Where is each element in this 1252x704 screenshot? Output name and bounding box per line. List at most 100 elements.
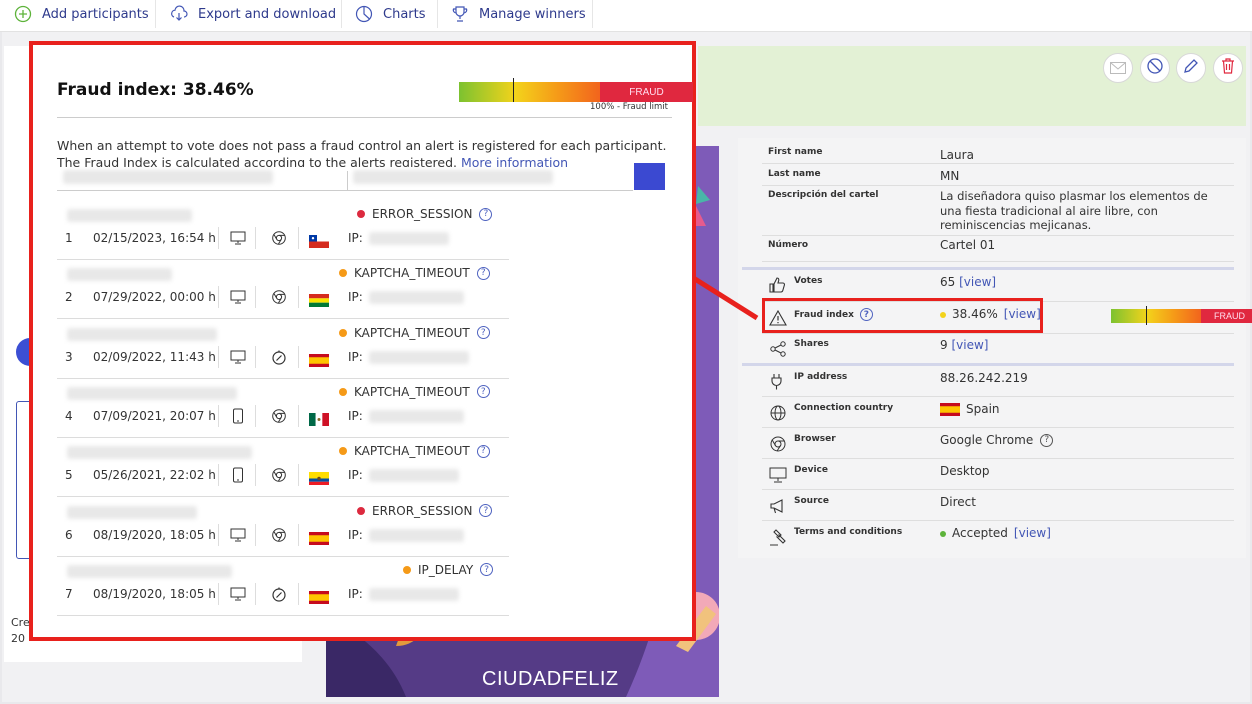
help-icon[interactable]: ? bbox=[480, 563, 494, 577]
fraud-highlight-box bbox=[762, 298, 1043, 333]
fraud-alert-row: 1 02/15/2023, 16:54 h IP: ERROR_SESSION? bbox=[57, 201, 509, 260]
blurred-name bbox=[67, 268, 172, 282]
edit-icon bbox=[1182, 57, 1200, 79]
blurred-ip bbox=[369, 232, 449, 245]
spain-flag-icon bbox=[309, 589, 329, 604]
help-icon[interactable]: ? bbox=[479, 207, 493, 221]
help-icon[interactable]: ? bbox=[476, 326, 490, 340]
globe-icon bbox=[768, 403, 788, 423]
chrome-icon bbox=[768, 434, 788, 454]
alert-dot bbox=[357, 506, 365, 515]
blurred-name bbox=[67, 327, 217, 341]
row-date: 02/15/2023, 16:54 h bbox=[93, 231, 216, 245]
fraud-alert-row: 4 07/09/2021, 20:07 h IP: KAPTCHA_TIMEOUT? bbox=[57, 379, 509, 438]
alert-type: IP_DELAY? bbox=[403, 563, 494, 577]
help-icon[interactable]: ? bbox=[479, 504, 493, 517]
device-value: Desktop bbox=[940, 464, 990, 478]
browser-value: Google Chrome? bbox=[940, 433, 1054, 448]
fraud-gauge-small: FRAUD bbox=[1111, 306, 1252, 325]
row-date: 08/19/2020, 18:05 h bbox=[93, 586, 216, 601]
desktop-icon bbox=[229, 288, 247, 306]
number-value: Cartel 01 bbox=[940, 238, 996, 252]
ip-label: IP: bbox=[348, 231, 363, 245]
modal-title: Fraud index: 38.46% bbox=[57, 80, 254, 100]
first-name-value: Laura bbox=[940, 148, 974, 162]
participant-details: First name Laura Last name MN Descripció… bbox=[738, 138, 1252, 558]
number-label: Número bbox=[768, 240, 809, 250]
fraud-alert-row: 5 05/26/2021, 22:02 h IP: KAPTCHA_TIMEOUT? bbox=[57, 438, 509, 498]
export-download-button[interactable]: Export and download bbox=[170, 0, 336, 28]
manage-winners-label: Manage winners bbox=[479, 6, 586, 22]
device-label: Device bbox=[794, 465, 828, 475]
help-icon[interactable]: ? bbox=[1040, 434, 1054, 447]
cloud-download-icon bbox=[170, 5, 188, 23]
gavel-icon bbox=[768, 527, 788, 547]
row-date: 07/09/2021, 20:07 h bbox=[93, 408, 216, 423]
help-icon[interactable]: ? bbox=[476, 444, 490, 458]
row-date: 02/09/2022, 11:43 h bbox=[93, 349, 216, 364]
fraud-gauge-label: FRAUD bbox=[600, 82, 693, 102]
terms-view-link[interactable]: [view] bbox=[1014, 526, 1051, 541]
votes-value: 65 [view] bbox=[940, 275, 997, 289]
shares-view-link[interactable]: [view] bbox=[951, 338, 988, 352]
ip-label: IP: bbox=[348, 408, 363, 423]
mobile-icon bbox=[229, 407, 247, 425]
ip-label: IP: bbox=[348, 349, 363, 364]
chrome-icon bbox=[270, 526, 288, 544]
edit-button[interactable] bbox=[1176, 53, 1206, 83]
votes-view-link[interactable]: [view] bbox=[959, 275, 996, 289]
help-icon[interactable]: ? bbox=[476, 266, 490, 280]
chrome-icon bbox=[270, 466, 288, 484]
blurred-ip bbox=[369, 587, 459, 601]
blurred-name bbox=[67, 209, 192, 222]
chile-flag-icon bbox=[309, 233, 329, 248]
blurred-ip bbox=[369, 469, 459, 483]
alert-type: ERROR_SESSION? bbox=[357, 504, 493, 518]
row-number: 1 bbox=[65, 231, 73, 245]
charts-label: Charts bbox=[383, 6, 426, 22]
alert-type: KAPTCHA_TIMEOUT? bbox=[339, 266, 490, 280]
alert-type: KAPTCHA_TIMEOUT? bbox=[339, 326, 490, 340]
blurred-name bbox=[67, 386, 237, 400]
last-name-label: Last name bbox=[768, 169, 821, 179]
export-download-label: Export and download bbox=[198, 6, 337, 22]
chrome-icon bbox=[270, 288, 288, 306]
ip-label: IP: bbox=[348, 586, 363, 601]
block-button[interactable] bbox=[1140, 53, 1170, 83]
blurred-name bbox=[67, 505, 197, 519]
blurred-ip bbox=[369, 528, 464, 542]
fraud-gauge-marker bbox=[1146, 306, 1147, 325]
manage-winners-button[interactable]: Manage winners bbox=[451, 0, 586, 28]
safari-icon bbox=[270, 585, 288, 603]
alert-type: ERROR_SESSION? bbox=[357, 207, 493, 221]
desktop-icon bbox=[768, 465, 788, 485]
row-number: 6 bbox=[65, 527, 73, 542]
ip-address-value: 88.26.242.219 bbox=[940, 371, 1028, 385]
plug-icon bbox=[768, 372, 788, 392]
browser-label: Browser bbox=[794, 434, 836, 444]
poster-caption: CIUDADFELIZ bbox=[482, 668, 619, 690]
mail-button[interactable] bbox=[1103, 53, 1133, 83]
search-button[interactable] bbox=[634, 163, 665, 190]
megaphone-icon bbox=[768, 496, 788, 516]
fraud-index-modal: Fraud index: 38.46% FRAUD 100% - Fraud l… bbox=[29, 41, 696, 641]
alert-dot bbox=[339, 447, 347, 456]
row-date: 07/29/2022, 00:00 h bbox=[93, 290, 216, 305]
blurred-ip bbox=[369, 409, 464, 423]
connection-country-value: Spain bbox=[940, 402, 1000, 417]
spain-flag-icon bbox=[309, 352, 329, 367]
ip-label: IP: bbox=[348, 290, 363, 305]
blurred-name bbox=[67, 446, 252, 460]
plus-circle-icon bbox=[14, 5, 32, 23]
alert-type: KAPTCHA_TIMEOUT? bbox=[339, 385, 490, 399]
chrome-icon bbox=[270, 229, 288, 247]
delete-button[interactable] bbox=[1213, 53, 1243, 83]
row-number: 4 bbox=[65, 408, 73, 423]
first-name-label: First name bbox=[768, 147, 823, 157]
alert-dot bbox=[339, 328, 347, 337]
charts-button[interactable]: Charts bbox=[355, 0, 426, 28]
help-icon[interactable]: ? bbox=[476, 385, 490, 399]
add-participants-button[interactable]: Add participants bbox=[14, 0, 149, 28]
spain-flag-icon bbox=[309, 530, 329, 545]
row-number: 7 bbox=[65, 586, 73, 601]
